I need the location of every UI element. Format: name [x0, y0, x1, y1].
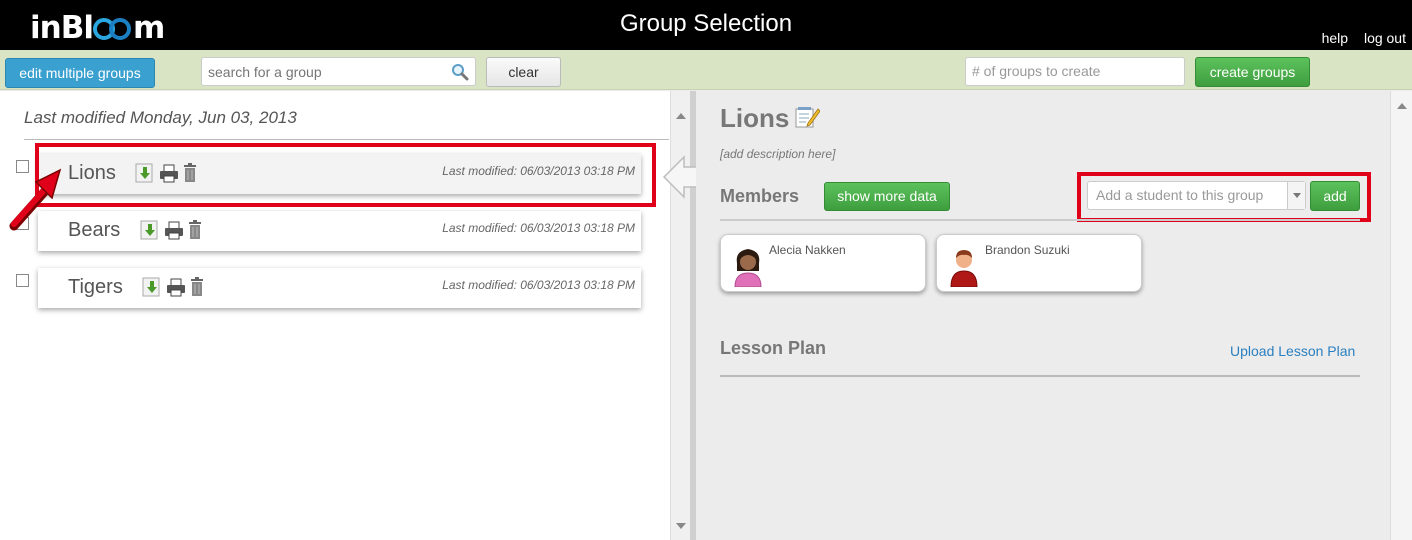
- group-last-modified: Last modified: 06/03/2013 03:18 PM: [442, 221, 635, 235]
- heading-divider: [24, 139, 669, 140]
- page-title: Group Selection: [619, 10, 793, 37]
- group-search-box: [201, 57, 476, 86]
- add-student-highlight: [1077, 172, 1371, 222]
- groups-count-input[interactable]: # of groups to create: [965, 57, 1185, 86]
- download-icon[interactable]: [140, 219, 160, 241]
- member-name: Brandon Suzuki: [985, 243, 1070, 257]
- female-student-icon: [734, 249, 762, 287]
- group-actions: [142, 276, 208, 298]
- show-more-data-button[interactable]: show more data: [824, 182, 950, 211]
- logout-link[interactable]: log out: [1364, 30, 1406, 46]
- scroll-down-icon[interactable]: [676, 523, 686, 529]
- trash-icon[interactable]: [190, 276, 204, 298]
- group-row-tigers[interactable]: Tigers Last modified: 06/03/2013 03:18 P…: [38, 268, 641, 308]
- detail-scrollbar[interactable]: [1390, 91, 1412, 540]
- member-card[interactable]: Alecia Nakken: [720, 234, 926, 292]
- print-icon[interactable]: [164, 219, 184, 241]
- edit-notepad-icon[interactable]: [794, 105, 820, 129]
- download-icon[interactable]: [142, 276, 162, 298]
- group-last-modified: Last modified: 06/03/2013 03:18 PM: [442, 278, 635, 292]
- male-student-icon: [950, 250, 978, 287]
- upload-lesson-plan-link[interactable]: Upload Lesson Plan: [1230, 343, 1355, 359]
- group-actions: [140, 219, 206, 241]
- member-name: Alecia Nakken: [769, 243, 846, 257]
- group-name: Tigers: [68, 276, 123, 298]
- members-divider: [720, 219, 1360, 221]
- member-card[interactable]: Brandon Suzuki: [936, 234, 1142, 292]
- group-description[interactable]: [add description here]: [720, 147, 835, 161]
- red-pointer-arrow-icon: [9, 168, 62, 231]
- group-name: Bears: [68, 219, 121, 241]
- toolbar: edit multiple groups clear # of groups t…: [0, 50, 1412, 90]
- clear-search-button[interactable]: clear: [486, 57, 561, 87]
- lesson-plan-divider: [720, 375, 1360, 377]
- app-header: inBl m Group Selection help log out: [0, 0, 1412, 50]
- help-link[interactable]: help: [1322, 30, 1348, 46]
- print-icon[interactable]: [166, 276, 186, 298]
- selected-group-highlight: [35, 143, 656, 207]
- search-icon[interactable]: [451, 63, 469, 81]
- scroll-up-icon[interactable]: [676, 113, 686, 119]
- group-checkbox-tigers[interactable]: [16, 274, 29, 287]
- group-title: Lions: [720, 103, 790, 133]
- create-groups-button[interactable]: create groups: [1195, 57, 1310, 87]
- scroll-up-icon[interactable]: [1397, 103, 1407, 109]
- edit-multiple-groups-button[interactable]: edit multiple groups: [5, 58, 155, 88]
- header-links: help log out: [1310, 30, 1406, 46]
- lesson-plan-heading: Lesson Plan: [720, 338, 827, 358]
- last-modified-heading: Last modified Monday, Jun 03, 2013: [24, 108, 297, 127]
- trash-icon[interactable]: [188, 219, 202, 241]
- group-row-bears[interactable]: Bears Last modified: 06/03/2013 03:18 PM: [38, 211, 641, 251]
- group-search-input[interactable]: [202, 58, 437, 85]
- members-heading: Members: [720, 186, 800, 206]
